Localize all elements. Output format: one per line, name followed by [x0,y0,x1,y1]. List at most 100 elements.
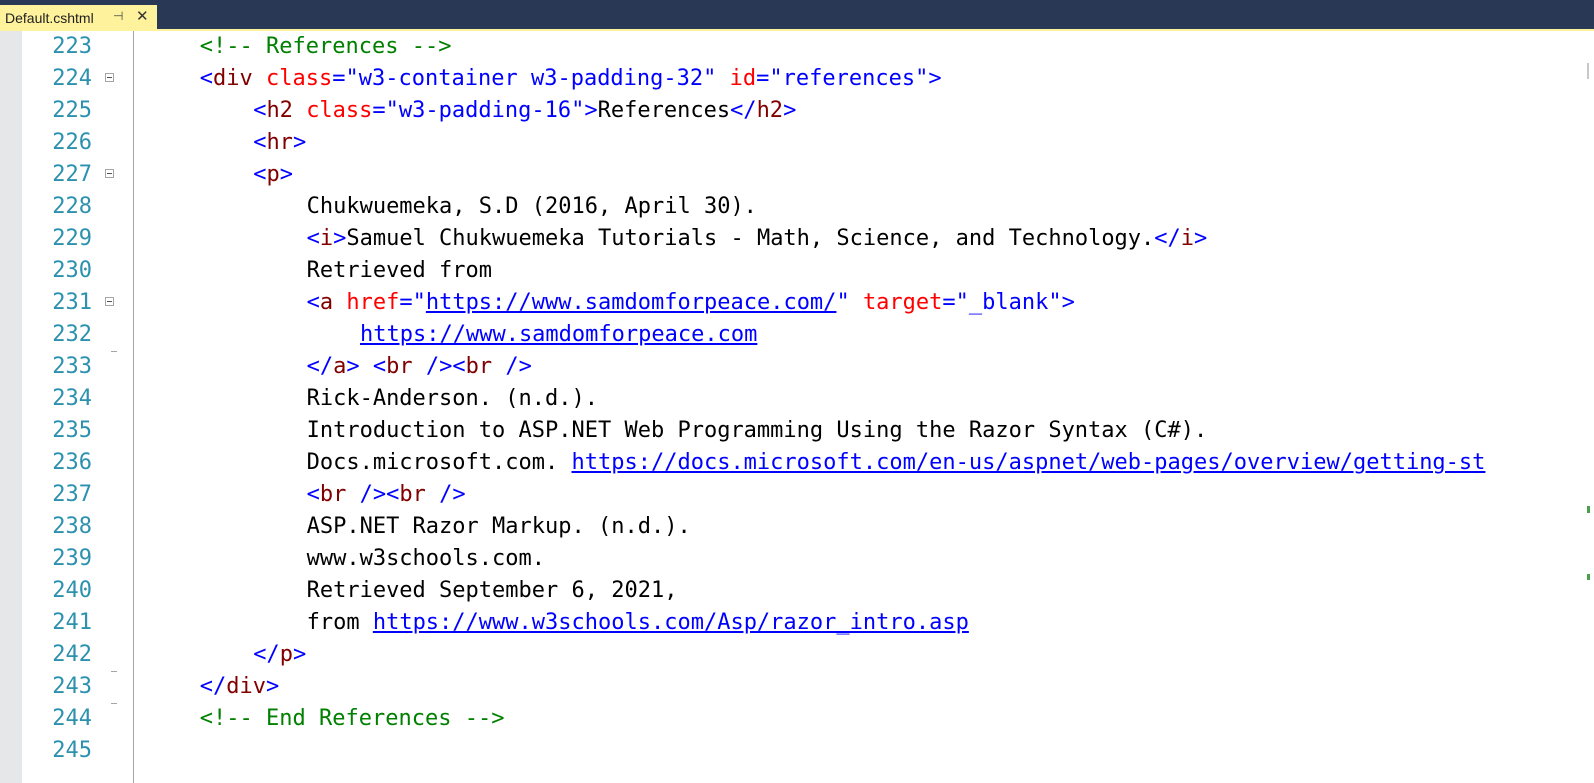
collapse-toggle-icon[interactable] [105,169,114,178]
code-editor[interactable]: 223 <!-- References --> 224 <div class="w3-… [22,31,1594,783]
code-token: Introduction to ASP.NET Web Programming … [306,418,1208,443]
code-line[interactable]: 243 </div> [22,671,1594,703]
code-token: </ [306,354,334,379]
code-token: </ [199,674,227,699]
code-text: Retrieved from [307,255,492,287]
code-text: <h2 class="w3-padding-16">References</h2… [253,95,796,127]
code-line[interactable]: 239 www.w3schools.com. [22,543,1594,575]
code-line[interactable]: 226 <hr> [22,127,1594,159]
line-number: 235 [52,418,92,443]
code-line[interactable]: 224 <div class="w3-container w3-padding-3… [22,63,1594,95]
code-line[interactable]: 225 <h2 class="w3-padding-16">References<… [22,95,1594,127]
code-line[interactable]: 228 Chukwuemeka, S.D (2016, April 30). [22,191,1594,223]
code-token: </ [730,98,757,123]
code-token: > [928,66,942,91]
editor-margin [0,31,22,783]
line-number: 233 [52,354,92,379]
code-token: < [306,482,320,507]
code-token: Retrieved September 6, 2021, [306,578,678,603]
code-token: href [346,290,400,315]
code-line[interactable]: 223 <!-- References --> [22,31,1594,63]
code-token: hr [266,130,293,155]
code-token: <!-- End References --> [199,706,505,731]
code-line[interactable]: 235 Introduction to ASP.NET Web Programmi… [22,415,1594,447]
code-token: > [292,642,307,667]
code-token: < [372,354,387,379]
collapse-toggle-icon[interactable] [105,297,114,306]
code-token: > [1194,226,1208,251]
code-text: </a> <br /><br /> [307,351,532,383]
url-link[interactable]: https://www.w3schools.com/Asp/razor_intr… [373,610,969,635]
code-token: > [1061,290,1075,315]
pin-icon[interactable]: ⊣ [113,9,123,23]
url-link[interactable]: https://www.samdomforpeace.com [360,322,757,347]
line-number: 239 [52,546,92,571]
code-line[interactable]: 237 <br /><br /> [22,479,1594,511]
line-number: 238 [52,514,92,539]
code-token: ASP.NET Razor Markup. (n.d.). [306,514,691,539]
code-text: www.w3schools.com. [307,543,545,575]
code-text: Introduction to ASP.NET Web Programming … [307,415,1208,447]
code-token: a [319,290,334,315]
code-line[interactable]: 232 https://www.samdomforpeace.com [22,319,1594,351]
code-token: < [306,226,320,251]
line-number: 230 [52,258,92,283]
code-token: "_blank" [955,290,1062,315]
code-line[interactable]: 244 <!-- End References --> [22,703,1594,735]
collapse-toggle-icon[interactable] [105,73,114,82]
code-token: Retrieved from [306,258,493,283]
code-token: = [332,66,346,91]
code-line[interactable]: 236 Docs.microsoft.com. https://docs.micr… [22,447,1594,479]
code-token: "references" [769,66,929,91]
line-number: 245 [52,738,92,763]
code-token: class [306,98,373,123]
close-icon[interactable]: ✕ [136,7,149,25]
code-token: </ [253,642,280,667]
url-link[interactable]: https://docs.microsoft.com/en-us/aspnet/… [572,450,1486,475]
code-line[interactable]: 233 </a> <br /><br /> [22,351,1594,383]
code-token: = [942,290,956,315]
code-text: <!-- References --> [200,31,452,63]
code-token: /> [505,354,532,379]
code-token: <!-- References --> [199,34,452,59]
code-line[interactable]: 245 [22,735,1594,767]
code-token: > [266,674,280,699]
code-token: =" [399,290,426,315]
code-text: <i>Samuel Chukwuemeka Tutorials - Math, … [307,223,1208,255]
line-number: 234 [52,386,92,411]
code-text: <br /><br /> [307,479,466,511]
code-line[interactable]: 241 from https://www.w3schools.com/Asp/ra… [22,607,1594,639]
code-line[interactable]: 238 ASP.NET Razor Markup. (n.d.). [22,511,1594,543]
code-line[interactable]: 227 <p> [22,159,1594,191]
code-token: h2 [266,98,293,123]
code-line[interactable]: 231 <a href="https://www.samdomforpeace.c… [22,287,1594,319]
outlining-end-tick [111,351,117,352]
tab-default-cshtml[interactable]: Default.cshtml ⊣ ✕ [0,5,157,30]
line-number: 228 [52,194,92,219]
code-text: <a href="https://www.samdomforpeace.com/… [307,287,1075,319]
url-link[interactable]: https://www.samdomforpeace.com/ [426,290,837,315]
code-text: </div> [200,671,280,703]
code-token: Rick-Anderson. (n.d.). [306,386,598,411]
code-line[interactable]: 242 </p> [22,639,1594,671]
code-token: div [226,674,267,699]
code-line[interactable]: 240 Retrieved September 6, 2021, [22,575,1594,607]
code-token: </ [1154,226,1181,251]
code-token: br [319,482,347,507]
code-line[interactable]: 230 Retrieved from [22,255,1594,287]
code-text: from https://www.w3schools.com/Asp/razor… [307,607,969,639]
code-line[interactable]: 234 Rick-Anderson. (n.d.). [22,383,1594,415]
code-token: target [862,290,943,315]
code-token: "w3-padding-16" [385,98,585,123]
code-token: Docs.microsoft.com. [306,450,572,475]
code-token: = [372,98,386,123]
code-line[interactable]: 229 <i>Samuel Chukwuemeka Tutorials - Mat… [22,223,1594,255]
line-number: 227 [52,162,92,187]
code-text: <hr> [253,127,306,159]
code-token: "w3-container w3-padding-32" [345,66,717,91]
line-number: 236 [52,450,92,475]
